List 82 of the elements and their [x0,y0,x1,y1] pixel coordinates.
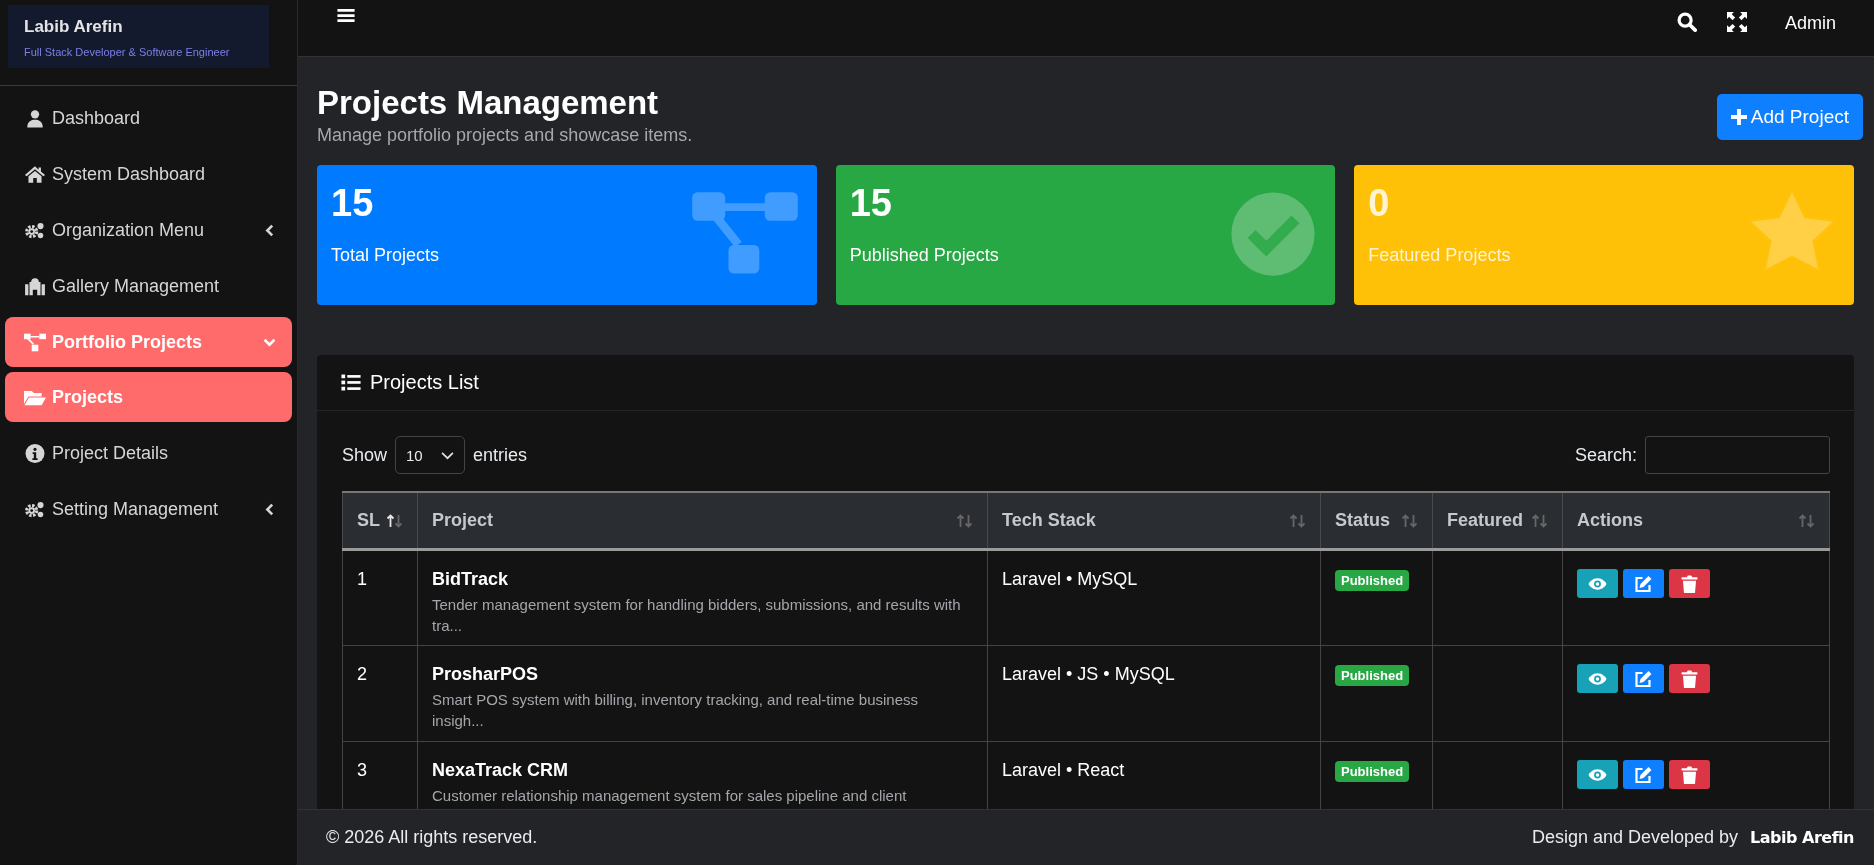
table-cell: 1 [342,549,418,646]
copyright-text: © 2026 All rights reserved. [326,827,538,848]
page-title: Projects Management [317,85,660,122]
caret-icon [263,223,276,237]
delete-button[interactable] [1669,569,1710,599]
edit-button[interactable] [1623,664,1664,694]
delete-button[interactable] [1669,664,1710,694]
edit-button[interactable] [1623,569,1664,599]
trash-icon [1680,574,1699,593]
stat-value: 0 [1368,183,1391,226]
stat-label: Published Projects [849,245,1000,267]
menu-item[interactable]: Dashboard [5,93,292,143]
edit-button[interactable] [1623,760,1664,790]
diagram-icon [24,332,46,352]
column-header[interactable]: Tech Stack [987,492,1321,550]
trash-icon [1680,765,1699,784]
caret-icon [441,450,455,460]
fullscreen-icon[interactable] [1726,11,1747,32]
stat-label: Featured Projects [1368,245,1512,267]
stat-label: Total Projects [331,245,441,267]
view-button[interactable] [1577,569,1618,599]
sort-icon [956,513,973,528]
sort-icon [386,513,403,528]
home-icon [24,164,46,184]
gears-icon [24,220,46,240]
entries-label: entries [473,444,528,466]
entries-select[interactable]: 10 [395,436,466,475]
menu-item[interactable]: Setting Management [5,484,292,534]
credit-text: Design and Developed by [1531,827,1739,848]
search-icon[interactable] [1676,11,1697,32]
info-icon [24,443,46,463]
edit-icon [1634,669,1653,688]
table-cell: Laravel • JS • MySQL [987,645,1321,742]
column-header[interactable]: Featured [1432,492,1563,550]
gears-icon [24,499,46,519]
brand-name: Labib Arefin [24,17,124,37]
stat-value: 15 [331,183,375,226]
user-icon [24,108,46,128]
sort-icon [1401,513,1418,528]
delete-button[interactable] [1669,760,1710,790]
show-label: Show [342,444,388,466]
stat-value: 15 [849,183,893,226]
status-badge: Published [1335,665,1410,687]
view-button[interactable] [1577,760,1618,790]
caret-icon [263,502,276,516]
project-name: NexaTrack CRM [432,760,570,782]
list-icon [341,374,361,392]
column-header[interactable]: SL [342,492,418,550]
add-project-button[interactable]: Add Project [1716,94,1863,140]
table-cell: Laravel • MySQL [987,549,1321,646]
project-description: Smart POS system with billing, inventory tracking, and real-time business insigh... [432,690,920,732]
column-header[interactable]: Project [417,492,988,550]
edit-icon [1634,765,1653,784]
sort-icon [1289,513,1306,528]
building-icon [24,276,46,296]
status-badge: Published [1335,761,1410,783]
search-label: Search: [1574,444,1637,466]
table-cell: 2 [342,645,418,742]
view-button[interactable] [1577,664,1618,694]
card-title: Projects List [370,371,479,395]
project-name: ProsharPOS [432,664,540,686]
sort-icon [1531,513,1548,528]
project-name: BidTrack [432,569,510,591]
column-header[interactable]: Status [1320,492,1433,550]
status-badge: Published [1335,570,1410,592]
menu-item[interactable]: Organization Menu [5,205,292,255]
menu-item[interactable]: System Dashboard [5,149,292,199]
menu-icon[interactable] [337,8,355,23]
search-field[interactable] [1645,436,1830,475]
menu-item[interactable]: Gallery Management [5,261,292,311]
credit-name: Labib Arefin [1750,828,1854,847]
plus-icon [1730,109,1747,125]
trash-icon [1680,669,1699,688]
page-subtitle: Manage portfolio projects and showcase items. [317,125,693,147]
project-description: Customer relationship management system for sales pipeline and client [432,786,908,807]
user-menu[interactable]: Admin [1784,9,1836,34]
column-header[interactable]: Actions [1562,492,1830,550]
edit-icon [1634,574,1653,593]
sort-icon [1798,513,1815,528]
brand-tagline: Full Stack Developer & Software Engineer [24,46,231,58]
project-description: Tender management system for handling bidders, submissions, and results with tra... [432,595,962,637]
menu-item[interactable]: Project Details [5,428,292,478]
